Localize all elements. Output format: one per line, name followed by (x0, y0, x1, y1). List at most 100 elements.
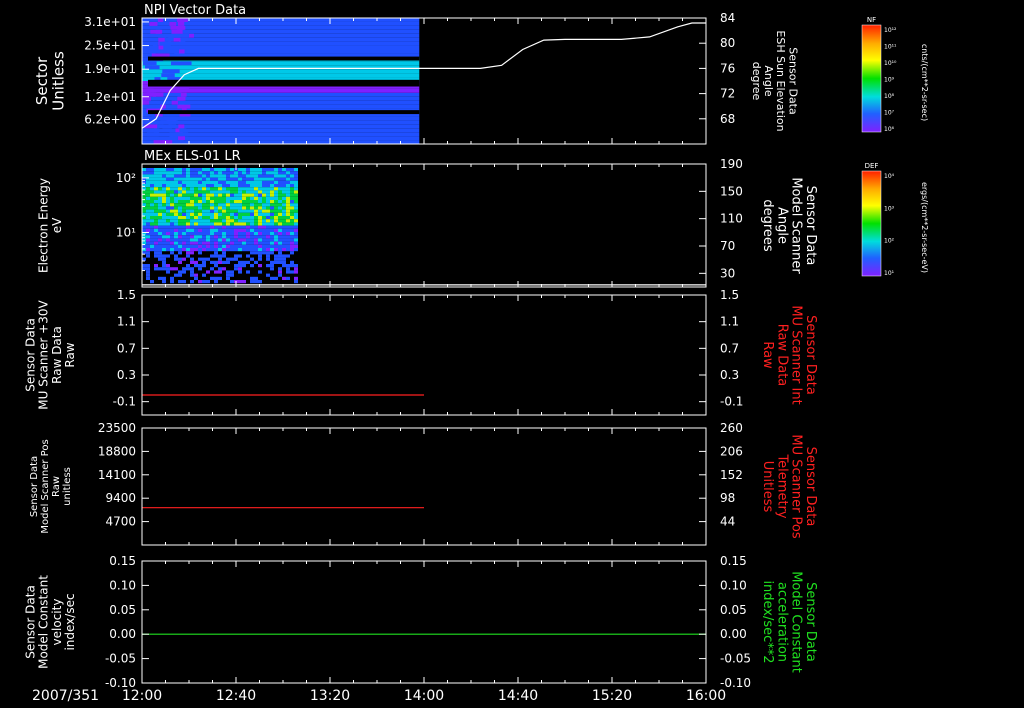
heatmap-cell (238, 241, 242, 245)
heatmap-cell (174, 174, 178, 178)
heatmap-cell (266, 216, 270, 220)
right-y-tick-label: 0.05 (720, 603, 747, 617)
heatmap-cell (266, 225, 270, 229)
heatmap-cell (198, 190, 202, 194)
heatmap-cell (162, 180, 166, 184)
heatmap-cell (210, 196, 214, 200)
heatmap-cell (230, 270, 234, 274)
heatmap-cell (190, 222, 194, 226)
heatmap-cell (246, 203, 250, 207)
heatmap-cell (210, 168, 214, 172)
heatmap-cell (234, 228, 238, 232)
heatmap-cell (170, 171, 174, 175)
heatmap-cell (238, 206, 242, 210)
heatmap-cell (158, 219, 162, 223)
heatmap-cell (166, 171, 170, 175)
heatmap-cell (186, 235, 190, 239)
heatmap-cell (290, 222, 294, 226)
colorbar-label: DEF (865, 162, 879, 170)
right-y-axis-label-line: Model Constant (789, 571, 804, 673)
heatmap-cell (218, 222, 222, 226)
heatmap-cell (258, 254, 262, 258)
heatmap-cell (262, 241, 266, 245)
heatmap-cell (278, 193, 282, 197)
heatmap-cell (146, 225, 150, 229)
heatmap-cell (154, 187, 158, 191)
heatmap-cell (282, 203, 286, 207)
heatmap-cell (166, 254, 170, 258)
heatmap-cell (226, 238, 230, 242)
heatmap-cell (210, 222, 214, 226)
heatmap-cell (202, 232, 206, 236)
heatmap-cell (178, 171, 182, 175)
heatmap-cell (166, 187, 170, 191)
heatmap-cell (178, 241, 182, 245)
heatmap-cell (206, 235, 210, 239)
heatmap-cell (210, 235, 214, 239)
heatmap-cell (254, 200, 258, 204)
heatmap-cell (158, 37, 166, 42)
heatmap-cell (254, 244, 258, 248)
heatmap-cell (158, 45, 164, 50)
heatmap-cell (258, 219, 262, 223)
heatmap-cell (146, 244, 150, 248)
heatmap-cell (230, 193, 234, 197)
heatmap-cell (246, 193, 250, 197)
heatmap-cell (270, 222, 274, 226)
heatmap-cell (242, 209, 246, 213)
heatmap-cell (266, 177, 270, 181)
heatmap-cell (226, 257, 230, 261)
heatmap-cell (230, 257, 234, 261)
heatmap-cell (270, 276, 274, 280)
heatmap-cell (278, 273, 282, 277)
heatmap-cell (158, 232, 162, 236)
heatmap-cell (142, 257, 146, 261)
heatmap-cell (274, 200, 278, 204)
heatmap-cell (218, 248, 222, 252)
y-axis-label-line: Model Scanner Pos (40, 439, 51, 533)
heatmap-cell (146, 264, 150, 268)
y-tick-label: 14100 (98, 468, 136, 482)
heatmap-cell (218, 200, 222, 204)
heatmap-cell (158, 228, 162, 232)
heatmap-cell (238, 200, 242, 204)
heatmap-cell (142, 264, 146, 268)
heatmap-cell (238, 232, 242, 236)
heatmap-cell (238, 219, 242, 223)
heatmap-cell (274, 187, 278, 191)
heatmap-cell (162, 276, 166, 280)
colorbar-tick-label: 10⁸ (884, 93, 895, 100)
heatmap-cell (186, 209, 190, 213)
heatmap-cell (242, 232, 246, 236)
heatmap-cell (174, 196, 178, 200)
heatmap-cell (166, 222, 170, 226)
heatmap-cell (266, 180, 270, 184)
heatmap-cell (222, 235, 226, 239)
heatmap-cell (270, 216, 274, 220)
heatmap-cell (190, 248, 194, 252)
heatmap-cell (282, 212, 286, 216)
heatmap-cell (270, 232, 274, 236)
heatmap-cell (286, 196, 290, 200)
heatmap-cell (254, 168, 258, 172)
heatmap-cell (254, 180, 258, 184)
heatmap-cell (182, 219, 186, 223)
heatmap-cell (258, 187, 262, 191)
colorbar-units-line: ergs/(cm**2-sr-sec-eV) (920, 182, 929, 273)
heatmap-cell (178, 193, 182, 197)
colorbar-tick-label: 10⁹ (884, 77, 895, 84)
y-tick-label: -0.1 (113, 395, 136, 409)
heatmap-cell (178, 184, 182, 188)
heatmap-cell (206, 177, 210, 181)
heatmap-cell (182, 225, 186, 229)
heatmap-cell (146, 132, 159, 137)
heatmap-cell (266, 222, 270, 226)
heatmap-cell (190, 244, 194, 248)
heatmap-cell (218, 203, 222, 207)
heatmap-cell (145, 65, 154, 70)
heatmap-cell (258, 177, 262, 181)
heatmap-cell (246, 206, 250, 210)
right-y-axis-label-line: Sensor Data (786, 47, 799, 114)
heatmap-cell (282, 174, 286, 178)
heatmap-cell (158, 276, 162, 280)
